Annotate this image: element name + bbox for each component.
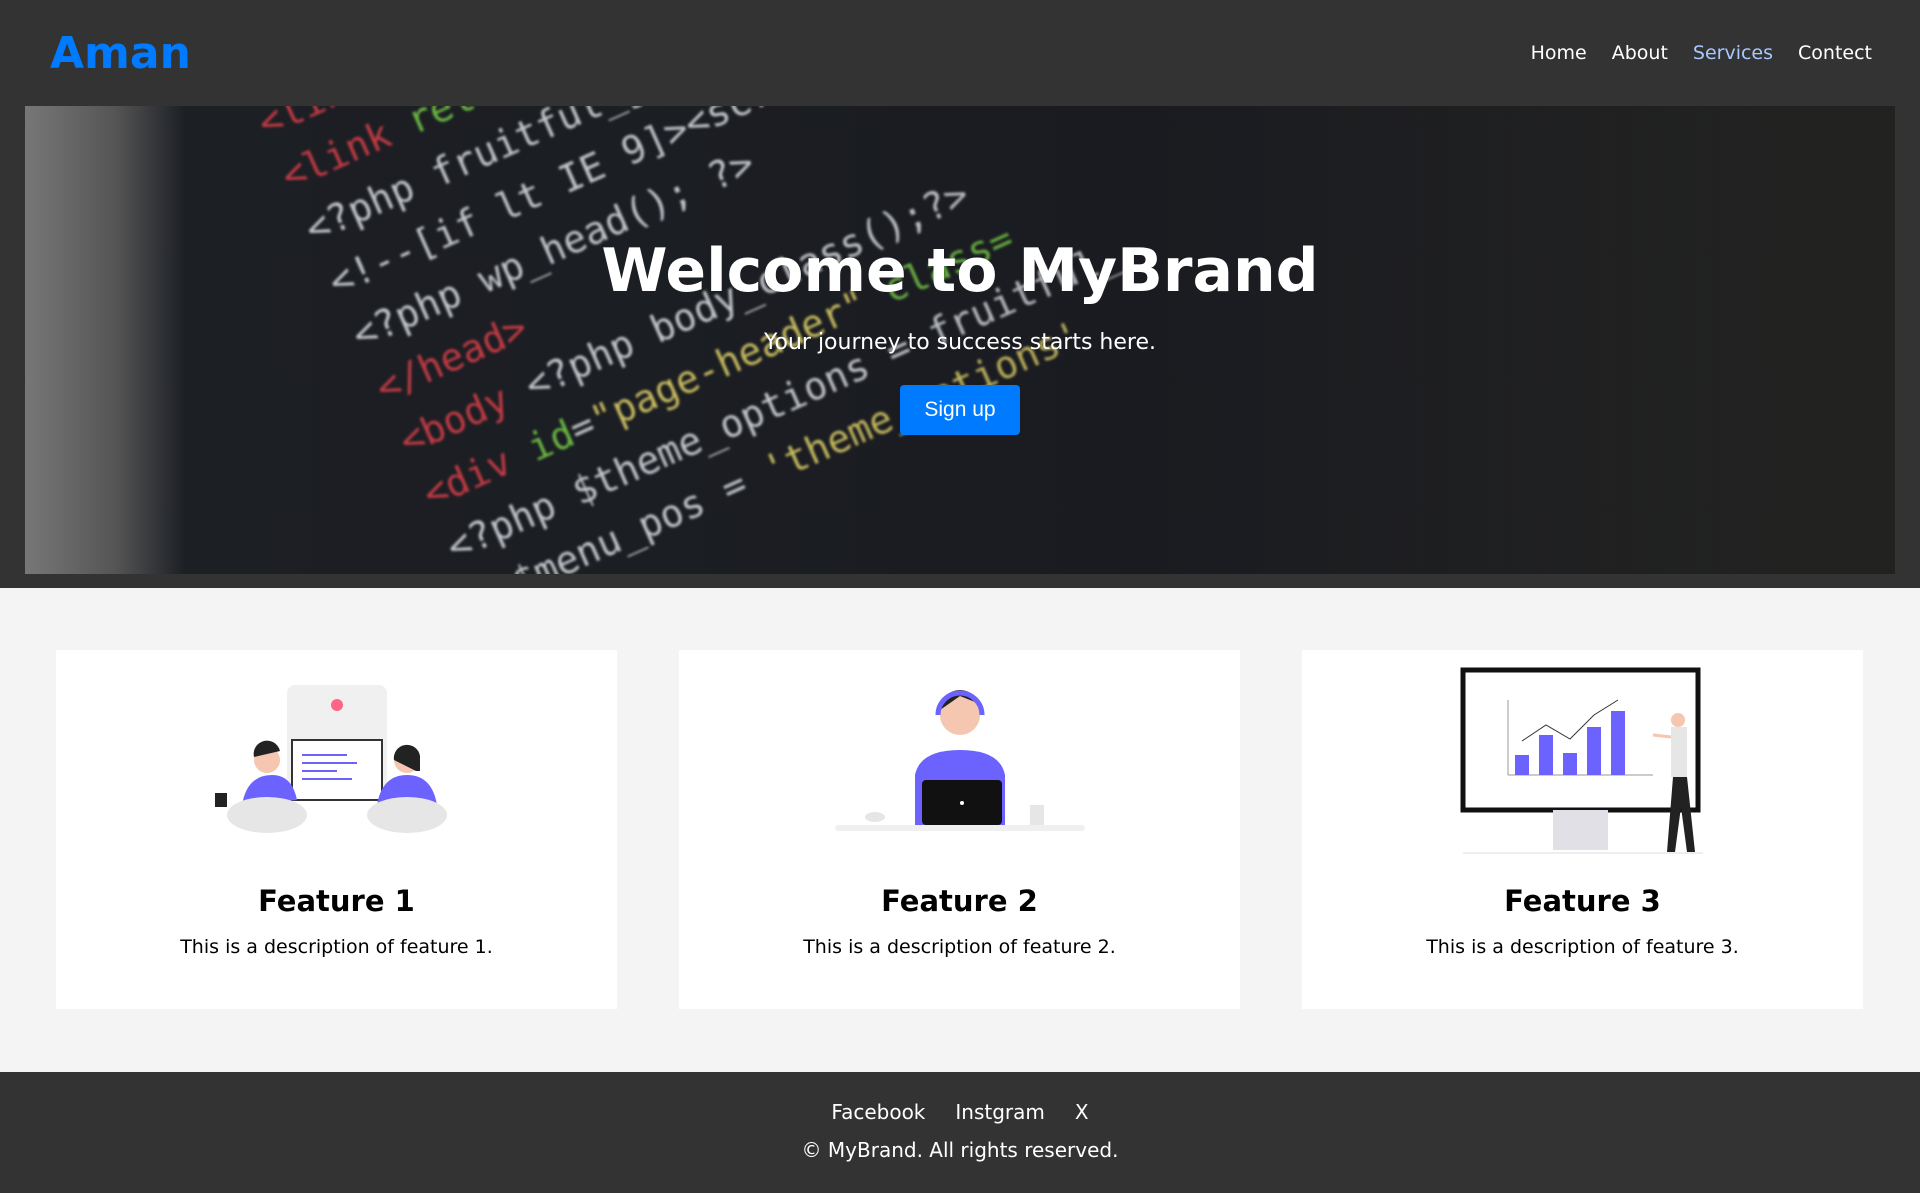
feature-description: This is a description of feature 2. [803, 936, 1116, 958]
features-section: Feature 1 This is a description of featu… [56, 650, 1863, 1009]
feature-card: Feature 1 This is a description of featu… [56, 650, 617, 1009]
hero-subtitle: Your journey to success starts here. [763, 330, 1156, 355]
feature-card: Feature 2 This is a description of featu… [679, 650, 1240, 1009]
nav-home[interactable]: Home [1531, 42, 1587, 64]
developer-laptop-illustration [679, 650, 1240, 880]
logo[interactable]: Aman [50, 28, 191, 79]
nav-links: Home About Services Contect [1531, 42, 1872, 64]
nav-contact[interactable]: Contect [1798, 42, 1872, 64]
feature-card: Feature 3 This is a description of featu… [1302, 650, 1863, 1009]
social-links: Facebook Instgram X [0, 1100, 1920, 1124]
team-collaboration-illustration [56, 650, 617, 880]
feature-title: Feature 1 [258, 884, 415, 918]
feature-title: Feature 2 [881, 884, 1038, 918]
navbar: Aman Home About Services Contect [0, 0, 1920, 106]
instagram-link[interactable]: Instgram [955, 1100, 1045, 1124]
copyright: © MyBrand. All rights reserved. [801, 1138, 1119, 1162]
header-section: Aman Home About Services Contect <meta n… [0, 0, 1920, 588]
facebook-link[interactable]: Facebook [831, 1100, 925, 1124]
feature-description: This is a description of feature 3. [1426, 936, 1739, 958]
x-link[interactable]: X [1075, 1100, 1089, 1124]
feature-title: Feature 3 [1504, 884, 1661, 918]
hero-title: Welcome to MyBrand [601, 236, 1319, 306]
footer: Facebook Instgram X © MyBrand. All right… [0, 1072, 1920, 1193]
hero-banner: <meta name="wp_head" <link rel="profile"… [25, 106, 1895, 574]
nav-about[interactable]: About [1612, 42, 1668, 64]
feature-description: This is a description of feature 1. [180, 936, 493, 958]
nav-services[interactable]: Services [1693, 42, 1773, 64]
analytics-presentation-illustration [1302, 650, 1863, 880]
signup-button[interactable]: Sign up [900, 385, 1020, 435]
